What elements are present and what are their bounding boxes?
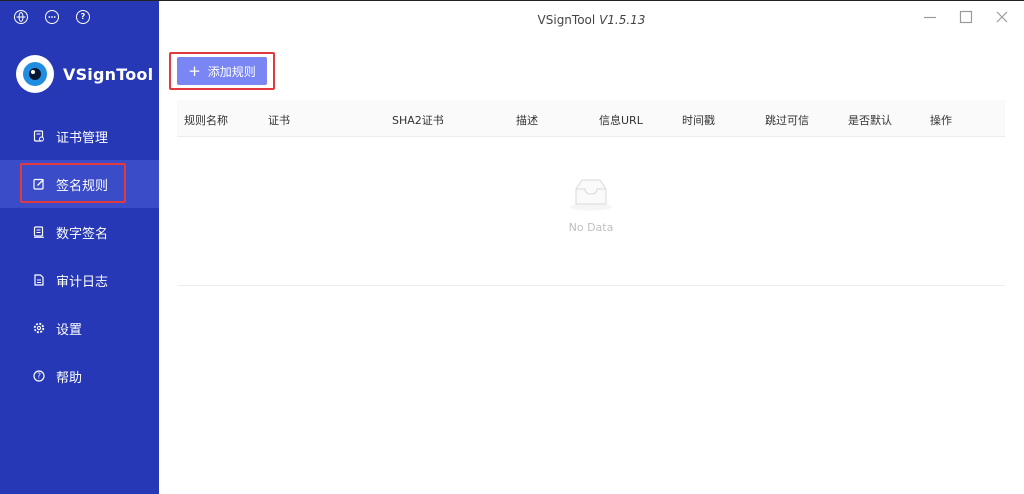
log-icon bbox=[33, 274, 45, 286]
column-header-certificate: 证书 bbox=[268, 114, 290, 127]
table-header: 规则名称 证书 SHA2证书 描述 信息URL 时间戳 跳过可信 是否默认 操作 bbox=[177, 100, 1005, 137]
column-header-sha2-cert: SHA2证书 bbox=[392, 114, 444, 127]
app-logo bbox=[16, 55, 54, 93]
svg-text:?: ? bbox=[37, 372, 41, 381]
window-title: VSignTool V1.5.13 bbox=[159, 13, 1024, 27]
brand: VSignTool bbox=[16, 55, 153, 93]
sidebar-item-label: 证书管理 bbox=[56, 130, 109, 146]
app-title: VSignTool bbox=[537, 13, 596, 27]
sidebar-item-help[interactable]: ? 帮助 bbox=[0, 352, 159, 400]
empty-text: No Data bbox=[568, 221, 614, 234]
chat-icon[interactable] bbox=[45, 10, 59, 24]
sidebar: ? VSignTool 证书管理 签名规则 数字签名 审计日志 设置 ? 帮助 bbox=[0, 1, 159, 494]
highlight-box-sign-rules bbox=[20, 163, 126, 203]
rules-table: 规则名称 证书 SHA2证书 描述 信息URL 时间戳 跳过可信 是否默认 操作… bbox=[177, 100, 1005, 286]
column-header-skip-trust: 跳过可信 bbox=[765, 114, 809, 127]
add-rule-button[interactable]: + 添加规则 bbox=[177, 57, 267, 85]
help-icon: ? bbox=[33, 370, 45, 382]
globe-icon[interactable] bbox=[14, 10, 28, 24]
minimize-icon[interactable] bbox=[922, 9, 938, 25]
gear-icon bbox=[33, 322, 45, 334]
sidebar-item-audit-log[interactable]: 审计日志 bbox=[0, 256, 159, 304]
plus-icon: + bbox=[188, 61, 201, 80]
signature-icon bbox=[33, 226, 45, 238]
certificate-icon bbox=[33, 130, 45, 142]
sidebar-item-settings[interactable]: 设置 bbox=[0, 304, 159, 352]
sidebar-item-label: 审计日志 bbox=[56, 274, 109, 290]
maximize-icon[interactable] bbox=[958, 9, 974, 25]
sidebar-item-label: 帮助 bbox=[56, 370, 83, 386]
column-header-rule-name: 规则名称 bbox=[184, 114, 228, 127]
column-header-info-url: 信息URL bbox=[599, 114, 643, 127]
column-header-timestamp: 时间戳 bbox=[682, 114, 715, 127]
empty-state: No Data bbox=[177, 177, 1005, 234]
sidebar-item-label: 设置 bbox=[56, 322, 83, 338]
table-body: No Data bbox=[177, 137, 1005, 286]
window-controls bbox=[922, 9, 1010, 25]
app-version: V1.5.13 bbox=[599, 13, 646, 27]
column-header-description: 描述 bbox=[516, 114, 538, 127]
sidebar-top-icons: ? bbox=[14, 10, 90, 24]
column-header-actions: 操作 bbox=[930, 114, 952, 127]
sidebar-item-certificates[interactable]: 证书管理 bbox=[0, 112, 159, 160]
app-window: ? VSignTool 证书管理 签名规则 数字签名 审计日志 设置 ? 帮助 … bbox=[0, 0, 1024, 494]
close-icon[interactable] bbox=[994, 9, 1010, 25]
main-panel: VSignTool V1.5.13 + 添加规则 规则名称 证书 SHA2证书 bbox=[159, 1, 1024, 494]
column-header-is-default: 是否默认 bbox=[848, 114, 892, 127]
sidebar-item-digital-signature[interactable]: 数字签名 bbox=[0, 208, 159, 256]
help-icon[interactable]: ? bbox=[76, 10, 90, 24]
sidebar-item-label: 数字签名 bbox=[56, 226, 109, 242]
sidebar-nav: 证书管理 签名规则 数字签名 审计日志 设置 ? 帮助 bbox=[0, 112, 159, 400]
add-rule-label: 添加规则 bbox=[207, 64, 256, 79]
empty-tray-icon bbox=[570, 179, 612, 211]
brand-name: VSignTool bbox=[63, 64, 154, 84]
